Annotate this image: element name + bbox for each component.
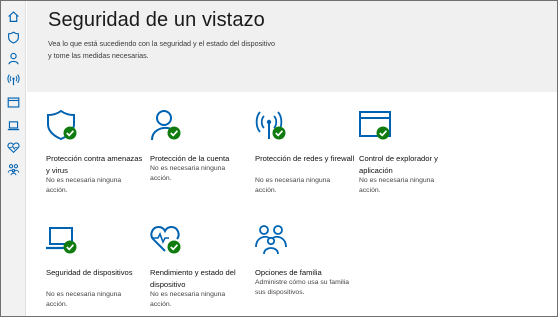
person-check-icon: [150, 109, 184, 143]
laptop-icon[interactable]: [6, 118, 20, 132]
heart-icon[interactable]: [6, 140, 20, 154]
tile-title: Protección contra amenazas y virus: [46, 154, 143, 175]
tile-title: Protección de la cuenta: [150, 154, 230, 163]
tile-status: No es necesaria ninguna acción.: [255, 177, 331, 194]
tile-title: Seguridad de dispositivos: [46, 268, 133, 277]
laptop-check-icon: [46, 223, 80, 257]
family-icon[interactable]: [6, 162, 20, 176]
shield-check-icon: [46, 109, 80, 143]
antenna-check-icon: [255, 109, 289, 143]
heart-check-icon: [150, 223, 184, 257]
tile-title: Opciones de familia: [255, 268, 322, 277]
sidebar: [1, 1, 26, 316]
person-icon[interactable]: [6, 51, 20, 65]
family-icon: [255, 223, 289, 257]
home-icon[interactable]: [6, 9, 20, 23]
tile-status: No es necesaria ninguna acción.: [359, 177, 435, 194]
browser-window-icon[interactable]: [6, 95, 20, 109]
tile-status: No es necesaria ninguna acción.: [46, 291, 122, 308]
tile-title: Protección de redes y firewall: [255, 154, 355, 163]
tile-status: No es necesaria ninguna acción.: [46, 177, 122, 194]
tile-status: Administre cómo usa su familia sus dispo…: [255, 279, 350, 296]
page-subtitle: Vea lo que está sucediendo con la seguri…: [48, 39, 275, 60]
wifi-antenna-icon[interactable]: [6, 72, 20, 86]
browser-check-icon: [359, 109, 393, 143]
tile-status: No es necesaria ninguna acción.: [150, 165, 226, 182]
page-title: Seguridad de un vistazo: [48, 9, 265, 31]
app-window: Seguridad de un vistazo Vea lo que está …: [0, 0, 558, 317]
tile-title: Control de explorador y aplicación: [359, 154, 438, 175]
shield-icon[interactable]: [6, 30, 20, 44]
tile-title: Rendimiento y estado del dispositivo: [150, 268, 236, 289]
tile-status: No es necesaria ninguna acción.: [150, 291, 226, 308]
header: Seguridad de un vistazo Vea lo que está …: [27, 1, 557, 92]
